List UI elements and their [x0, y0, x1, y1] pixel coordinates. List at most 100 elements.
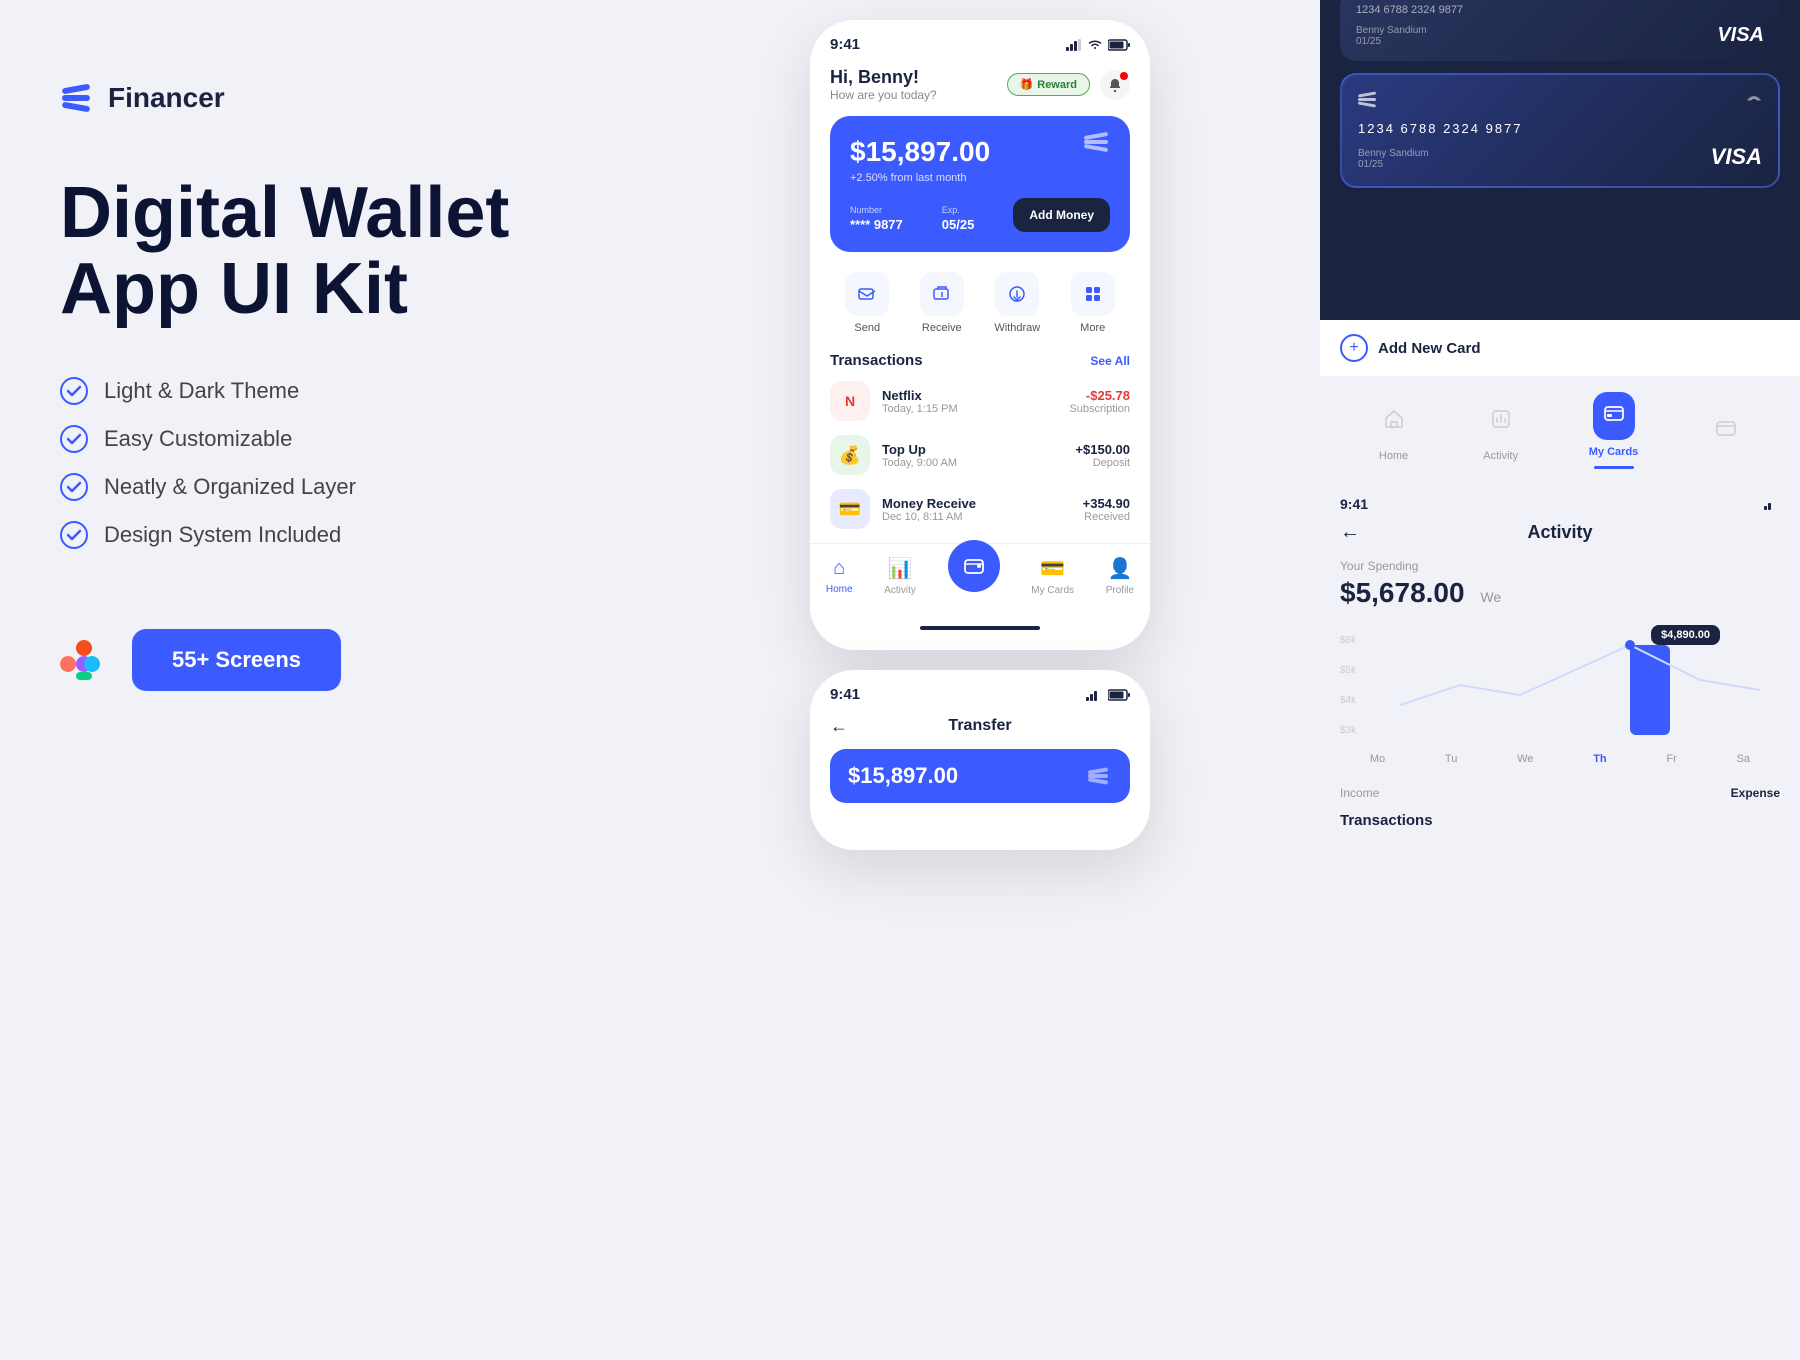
reward-badge[interactable]: 🎁 Reward — [1007, 73, 1090, 96]
screens-button[interactable]: 55+ Screens — [132, 629, 341, 691]
logo-area: Financer — [60, 80, 580, 116]
activity-back-button[interactable]: ← — [1340, 521, 1360, 544]
topup-icon: 💰 — [830, 435, 870, 475]
card-2-expiry: 01/25 — [1358, 159, 1429, 170]
more-icon-circle — [1071, 272, 1115, 316]
expense-label: Expense — [1731, 786, 1780, 800]
svg-text:$4k: $4k — [1340, 695, 1357, 706]
see-all-link[interactable]: See All — [1090, 354, 1130, 368]
activity-tab-icon — [1490, 408, 1512, 430]
nav-home[interactable]: ⌂ Home — [826, 557, 853, 595]
tx-netflix-amount: -$25.78 — [1069, 388, 1130, 403]
tx-topup-right: +$150.00 Deposit — [1075, 442, 1130, 469]
activity-back-row: ← Activity — [1340, 522, 1780, 543]
activity-signal-icon — [1764, 498, 1780, 510]
day-we: We — [1517, 753, 1533, 765]
card-1-name: Benny Sandium — [1356, 25, 1427, 36]
tab-mycards[interactable]: My Cards — [1589, 392, 1639, 479]
card-exp-section: Exp. 05/25 — [942, 205, 975, 232]
bottom-bar: 55+ Screens — [60, 629, 580, 691]
greeting-text: Hi, Benny! How are you today? — [830, 67, 937, 102]
transactions-title: Transactions — [830, 352, 923, 369]
add-new-card-row[interactable]: + Add New Card — [1320, 320, 1800, 376]
activity-icon: 📊 — [888, 556, 913, 581]
cards-icon: 💳 — [1040, 556, 1065, 581]
transfer-card-icon — [1088, 767, 1112, 785]
balance-change: +2.50% from last month — [850, 172, 1110, 184]
transaction-receive: 💳 Money Receive Dec 10, 8:11 AM +354.90 … — [830, 489, 1130, 529]
transfer-back-button[interactable]: ← — [830, 716, 848, 737]
headline-text: Digital Wallet App UI Kit — [60, 176, 580, 327]
profile-tab-icon — [1715, 417, 1737, 439]
netflix-icon: N — [830, 381, 870, 421]
tx-receive-name: Money Receive — [882, 496, 1071, 511]
card-2-number: 1234 6788 2324 9877 — [1358, 121, 1762, 136]
withdraw-icon — [1007, 284, 1027, 304]
middle-section: 9:41 — [640, 0, 1320, 1360]
receive-icon-circle — [920, 272, 964, 316]
tx-receive-right: +354.90 Received — [1083, 496, 1130, 523]
add-money-button[interactable]: Add Money — [1013, 198, 1110, 232]
greeting-sub: How are you today? — [830, 88, 937, 102]
card-1-name-expiry: Benny Sandium 01/25 — [1356, 25, 1427, 47]
card-1-footer: Benny Sandium 01/25 VISA — [1356, 24, 1764, 47]
withdraw-action[interactable]: Withdraw — [994, 272, 1040, 334]
transaction-netflix: N Netflix Today, 1:15 PM -$25.78 Subscri… — [830, 381, 1130, 421]
feature-1: Light & Dark Theme — [60, 377, 580, 405]
signal-icon — [1066, 39, 1082, 51]
status-bar: 9:41 — [830, 36, 1130, 53]
tx-netflix-date: Today, 1:15 PM — [882, 403, 1057, 415]
check-icon-2 — [60, 425, 88, 453]
card-1-number: 1234 6788 2324 9877 — [1356, 4, 1764, 16]
greeting-row: Hi, Benny! How are you today? 🎁 Reward — [830, 67, 1130, 102]
bottom-nav: ⌂ Home 📊 Activity 💳 My Cards 👤 Pro — [810, 543, 1150, 616]
main-phone: 9:41 — [810, 20, 1150, 650]
card-1-brand: VISA — [1717, 24, 1764, 47]
tx-receive-date: Dec 10, 8:11 AM — [882, 511, 1071, 523]
greeting-actions: 🎁 Reward — [1007, 70, 1130, 100]
nav-profile[interactable]: 👤 Profile — [1106, 556, 1134, 596]
tx-topup-info: Top Up Today, 9:00 AM — [882, 442, 1063, 469]
status-time: 9:41 — [830, 36, 860, 53]
actions-row: Send Receive — [830, 272, 1130, 334]
balance-card: $15,897.00 +2.50% from last month Number… — [830, 116, 1130, 252]
tab-profile-right[interactable] — [1707, 409, 1745, 463]
send-action[interactable]: Send — [845, 272, 889, 334]
cards-section: 1234 6788 2324 9877 Benny Sandium 01/25 … — [1320, 0, 1800, 320]
greeting-name: Hi, Benny! — [830, 67, 937, 88]
check-icon-4 — [60, 521, 88, 549]
status-icons — [1066, 39, 1130, 51]
day-fr: Fr — [1666, 753, 1676, 765]
tab-activity[interactable]: Activity — [1482, 400, 1520, 472]
activity-status: 9:41 — [1340, 496, 1780, 512]
balance-amount: $15,897.00 — [850, 136, 1110, 168]
receive-action[interactable]: Receive — [920, 272, 964, 334]
nav-activity[interactable]: 📊 Activity — [884, 556, 916, 596]
tx-receive-amount: +354.90 — [1083, 496, 1130, 511]
card-brand-logo — [1084, 132, 1114, 157]
card-2-top — [1358, 91, 1762, 109]
spending-week: We — [1480, 589, 1501, 605]
card-2-logo — [1358, 91, 1382, 109]
home-tab-icon — [1383, 408, 1405, 430]
nav-center-button[interactable] — [948, 540, 1000, 592]
more-action[interactable]: More — [1071, 272, 1115, 334]
card-info-row: Number **** 9877 Exp. 05/25 Add Money — [850, 198, 1110, 232]
feature-3: Neatly & Organized Layer — [60, 473, 580, 501]
nav-mycards[interactable]: 💳 My Cards — [1031, 556, 1074, 596]
chart-area: $4,890.00 $6k $5k $4k $3k — [1340, 625, 1780, 745]
logo-icon — [60, 80, 96, 116]
notification-button[interactable] — [1100, 70, 1130, 100]
logo-text: Financer — [108, 82, 225, 114]
feature-text-3: Neatly & Organized Layer — [104, 474, 356, 500]
tab-home[interactable]: Home — [1375, 400, 1413, 472]
transfer-battery-icon — [1108, 689, 1130, 701]
tx-topup-date: Today, 9:00 AM — [882, 457, 1063, 469]
tx-topup-amount: +$150.00 — [1075, 442, 1130, 457]
card-2: 1234 6788 2324 9877 Benny Sandium 01/25 … — [1340, 73, 1780, 188]
spending-label: Your Spending — [1340, 559, 1780, 573]
withdraw-label: Withdraw — [994, 322, 1040, 334]
card-number-label: Number — [850, 205, 903, 215]
transfer-card: $15,897.00 — [830, 749, 1130, 803]
tab-underline — [1594, 466, 1634, 469]
